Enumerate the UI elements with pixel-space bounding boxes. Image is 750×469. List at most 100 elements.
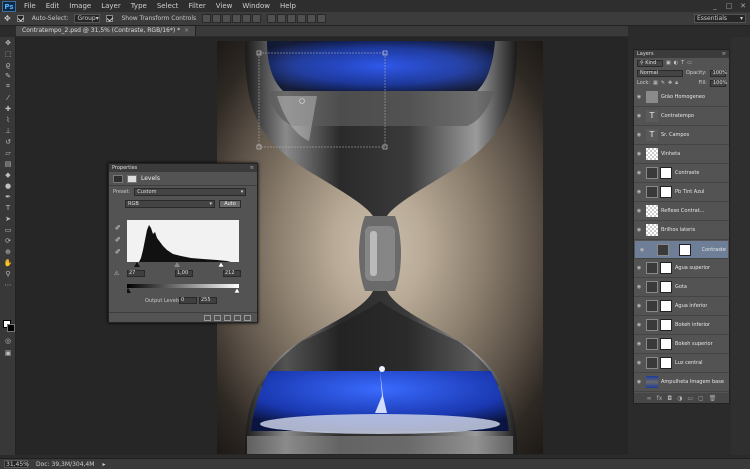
move-tool-icon[interactable]: ✥ <box>4 14 11 23</box>
gradient-tool-icon[interactable]: ▤ <box>0 158 16 169</box>
pen-tool-icon[interactable]: ✒ <box>0 191 16 202</box>
visibility-eye-icon[interactable]: ◉ <box>634 94 644 100</box>
filter-shape-icon[interactable]: ▭ <box>687 60 692 66</box>
kind-filter-dropdown[interactable]: ⚲ Kind <box>637 59 663 67</box>
quick-select-tool-icon[interactable]: ✎ <box>0 70 16 81</box>
visibility-eye-icon[interactable]: ◉ <box>637 247 647 253</box>
menu-item-edit[interactable]: Edit <box>41 0 65 12</box>
blur-tool-icon[interactable]: ◆ <box>0 169 16 180</box>
layer-thumbnail[interactable] <box>646 91 658 103</box>
layer-row[interactable]: ◉ Grão Homogeneo <box>634 88 729 107</box>
layers-panel-header[interactable]: Layers ≡ <box>634 50 729 58</box>
input-black-field[interactable]: 27 <box>127 270 145 277</box>
move-tool-icon[interactable]: ✥ <box>0 37 16 48</box>
auto-select-checkbox[interactable] <box>16 15 24 22</box>
3d-tool-icon[interactable]: ⟳ <box>0 235 16 246</box>
zoom-tool-icon[interactable]: ⚲ <box>0 268 16 279</box>
align-bottom-icon[interactable] <box>222 14 232 23</box>
background-color-swatch[interactable] <box>7 324 15 332</box>
marquee-tool-icon[interactable]: ⬚ <box>0 48 16 59</box>
visibility-eye-icon[interactable]: ◉ <box>634 379 644 385</box>
layer-row[interactable]: ◉ Gota <box>634 278 729 297</box>
layer-row[interactable]: ◉ Contraste <box>634 164 729 183</box>
layer-mask-thumbnail[interactable] <box>660 262 672 274</box>
distribute-left-icon[interactable] <box>297 14 307 23</box>
visibility-eye-icon[interactable]: ◉ <box>634 113 644 119</box>
menu-item-help[interactable]: Help <box>275 0 301 12</box>
menu-item-layer[interactable]: Layer <box>96 0 126 12</box>
lock-pixels-icon[interactable]: ▦ <box>653 80 658 86</box>
distribute-top-icon[interactable] <box>267 14 277 23</box>
lasso-tool-icon[interactable]: ϱ <box>0 59 16 70</box>
shape-tool-icon[interactable]: ▭ <box>0 224 16 235</box>
show-transform-checkbox[interactable] <box>106 15 114 22</box>
reset-icon[interactable] <box>224 314 231 321</box>
layer-row[interactable]: ◉ Água inferior <box>634 297 729 316</box>
minimize-button[interactable]: _ <box>708 2 722 10</box>
delete-icon[interactable] <box>244 314 251 321</box>
layer-row[interactable]: ◉ Reflexo Contrat... <box>634 202 729 221</box>
visibility-eye-icon[interactable]: ◉ <box>634 189 644 195</box>
layer-thumbnail[interactable] <box>646 357 658 369</box>
layer-thumbnail[interactable] <box>646 262 658 274</box>
layer-row[interactable]: ◉ Ampulheta Imagem base <box>634 373 729 392</box>
layer-row[interactable]: ◉ Luz central <box>634 354 729 373</box>
layer-mask-thumbnail[interactable] <box>660 357 672 369</box>
type-layer-icon[interactable]: T <box>646 129 658 141</box>
filter-pixel-icon[interactable]: ▣ <box>666 60 671 66</box>
layer-row[interactable]: ◉ Contraste <box>634 240 729 259</box>
distribute-bottom-icon[interactable] <box>287 14 297 23</box>
more-tools-icon[interactable]: ⋯ <box>0 279 16 290</box>
black-point-eyedropper-icon[interactable]: ✐ <box>115 224 123 232</box>
layer-thumbnail[interactable] <box>646 281 658 293</box>
clone-stamp-tool-icon[interactable]: ⊥ <box>0 125 16 136</box>
mask-icon[interactable] <box>127 174 137 183</box>
new-group-icon[interactable]: ▭ <box>687 395 693 402</box>
input-white-field[interactable]: 212 <box>223 270 241 277</box>
layer-style-icon[interactable]: fx <box>657 395 663 402</box>
output-black-field[interactable]: 0 <box>179 297 197 304</box>
layer-thumbnail[interactable] <box>656 243 669 256</box>
document-tab[interactable]: Contratempo_2.psd @ 31,5% (Contraste, RG… <box>16 26 197 36</box>
layer-thumbnail[interactable] <box>646 148 658 160</box>
input-white-slider-handle[interactable] <box>217 262 225 268</box>
new-adjustment-icon[interactable]: ◑ <box>677 395 682 402</box>
add-mask-icon[interactable]: ◘ <box>667 395 672 402</box>
align-right-icon[interactable] <box>252 14 262 23</box>
output-white-slider-handle[interactable] <box>233 288 239 294</box>
lock-all-icon[interactable]: 🔒︎ <box>675 80 678 86</box>
layer-mask-thumbnail[interactable] <box>660 167 672 179</box>
visibility-eye-icon[interactable]: ◉ <box>634 208 644 214</box>
distribute-middle-icon[interactable] <box>277 14 287 23</box>
maximize-button[interactable]: □ <box>722 2 736 10</box>
document-canvas[interactable] <box>217 41 543 454</box>
preset-dropdown[interactable]: Custom ▾ <box>134 188 247 196</box>
layer-row[interactable]: ◉ Pb Tint Azul <box>634 183 729 202</box>
layer-thumbnail[interactable] <box>646 205 658 217</box>
layer-thumbnail[interactable] <box>646 376 658 388</box>
layer-thumbnail[interactable] <box>646 300 658 312</box>
history-brush-tool-icon[interactable]: ↺ <box>0 136 16 147</box>
fill-field[interactable]: 100% <box>710 79 727 87</box>
dodge-tool-icon[interactable]: ● <box>0 180 16 191</box>
layer-mask-thumbnail[interactable] <box>660 338 672 350</box>
visibility-eye-icon[interactable]: ◉ <box>634 322 644 328</box>
eyedropper-tool-icon[interactable]: ⁄ <box>0 92 16 103</box>
align-middle-icon[interactable] <box>212 14 222 23</box>
visibility-eye-icon[interactable]: ◉ <box>634 132 644 138</box>
output-white-field[interactable]: 255 <box>199 297 217 304</box>
crop-tool-icon[interactable]: ⌗ <box>0 81 16 92</box>
distribute-center-icon[interactable] <box>307 14 317 23</box>
visibility-eye-icon[interactable]: ◉ <box>634 360 644 366</box>
align-top-icon[interactable] <box>202 14 212 23</box>
menu-item-view[interactable]: View <box>211 0 238 12</box>
visibility-eye-icon[interactable]: ◉ <box>634 303 644 309</box>
brush-tool-icon[interactable]: ⌇ <box>0 114 16 125</box>
layer-thumbnail[interactable] <box>646 319 658 331</box>
auto-button[interactable]: Auto <box>219 200 241 208</box>
layer-row[interactable]: ◉ Vinheta <box>634 145 729 164</box>
menu-item-file[interactable]: File <box>19 0 41 12</box>
filter-type-icon[interactable]: T <box>681 60 684 66</box>
layer-row[interactable]: ◉ Bokeh inferior <box>634 316 729 335</box>
layer-row[interactable]: ◉ Brilhos lateris <box>634 221 729 240</box>
